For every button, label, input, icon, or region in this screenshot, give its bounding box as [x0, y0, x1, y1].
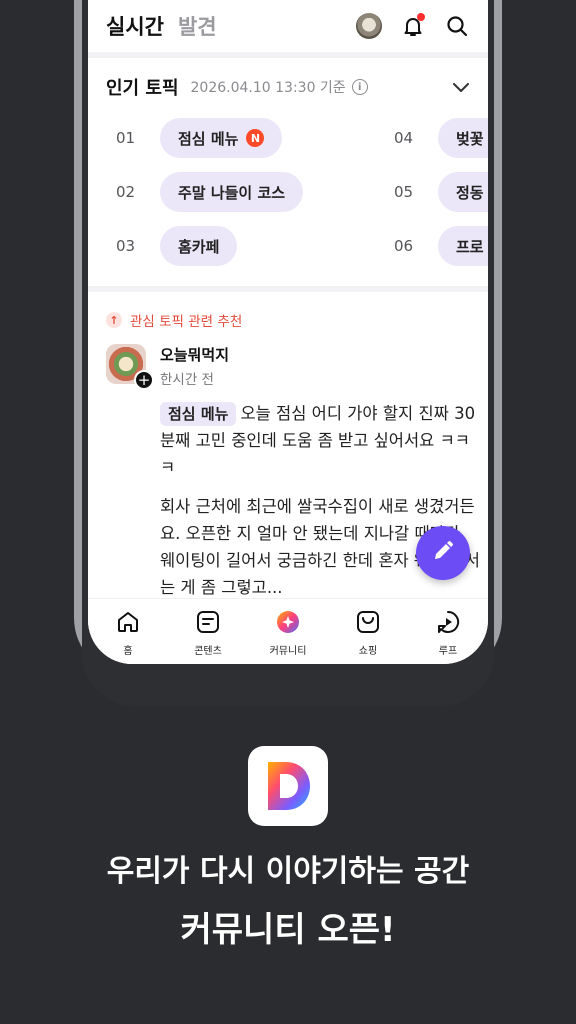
- nav-item-contents[interactable]: 콘텐츠: [168, 599, 248, 664]
- pencil-icon: [431, 539, 455, 567]
- promo-line-2: 커뮤니티 오픈!: [180, 910, 396, 950]
- post-topic-tag[interactable]: 점심 메뉴: [160, 402, 237, 426]
- nav-item-loop[interactable]: 루프: [408, 599, 488, 664]
- post-author[interactable]: + 오늘뭐먹지 한시간 전: [106, 344, 470, 390]
- topic-pill[interactable]: 정동: [438, 172, 488, 212]
- topics-title: 인기 토픽: [106, 78, 179, 99]
- topic-rank: 06: [394, 237, 414, 255]
- nav-label: 쇼핑: [358, 646, 378, 657]
- bell-icon[interactable]: [400, 13, 426, 39]
- topic-item[interactable]: 06 프로: [384, 226, 488, 266]
- topic-pill[interactable]: 프로: [438, 226, 488, 266]
- topic-rank: 02: [116, 183, 136, 201]
- nav-label: 홈: [123, 646, 133, 657]
- topic-item[interactable]: 03 홈카페: [106, 226, 238, 266]
- topic-rank: 01: [116, 129, 136, 147]
- topic-pill[interactable]: 점심 메뉴 N: [160, 118, 283, 158]
- search-icon[interactable]: [444, 13, 470, 39]
- topics-timestamp: 2026.04.10 13:30 기준: [190, 80, 346, 96]
- loop-icon: [435, 609, 461, 639]
- app-logo: [248, 746, 328, 826]
- shopping-icon: [355, 609, 381, 639]
- new-badge: N: [246, 129, 265, 147]
- topic-item[interactable]: 02 주말 나들이 코스: [106, 172, 304, 212]
- topic-rank: 04: [394, 129, 414, 147]
- topic-rank: 03: [116, 237, 136, 255]
- arrow-up-icon: ↑: [106, 312, 122, 328]
- info-icon[interactable]: i: [351, 79, 368, 95]
- nav-label: 커뮤니티: [269, 646, 307, 657]
- topic-item[interactable]: 05 정동: [384, 172, 488, 212]
- nav-item-community[interactable]: 커뮤니티: [248, 599, 328, 664]
- nav-label: 루프: [438, 646, 458, 657]
- topic-label: 점심 메뉴: [178, 129, 239, 148]
- recommend-label: ↑ 관심 토픽 관련 추천: [106, 310, 470, 330]
- chevron-down-icon[interactable]: [452, 78, 470, 97]
- topic-item[interactable]: 04 벚꽃: [384, 118, 488, 158]
- notification-dot: [417, 13, 425, 21]
- nav-label: 콘텐츠: [194, 646, 222, 657]
- bottom-nav: 홈 콘텐츠 커뮤니티 쇼핑 루프: [88, 598, 488, 664]
- author-name[interactable]: 오늘뭐먹지: [160, 344, 229, 365]
- topic-item[interactable]: 01 점심 메뉴 N: [106, 118, 283, 158]
- promo-line-1: 우리가 다시 이야기하는 공간: [106, 854, 470, 889]
- nav-item-shopping[interactable]: 쇼핑: [328, 599, 408, 664]
- community-icon: [275, 609, 301, 639]
- author-avatar[interactable]: +: [106, 344, 154, 390]
- topic-rank: 05: [394, 183, 414, 201]
- contents-icon: [195, 609, 221, 639]
- home-icon: [115, 609, 141, 639]
- profile-avatar[interactable]: [356, 13, 382, 39]
- topic-pill[interactable]: 벚꽃: [438, 118, 488, 158]
- tab-realtime[interactable]: 실시간: [106, 11, 164, 41]
- nav-item-home[interactable]: 홈: [88, 599, 168, 664]
- topic-pill[interactable]: 홈카페: [160, 226, 238, 266]
- popular-topics-section: 인기 토픽 2026.04.10 13:30 기준 i 01 점심 메뉴 N 0…: [88, 58, 488, 286]
- follow-plus-icon[interactable]: +: [134, 370, 154, 390]
- topic-pill[interactable]: 주말 나들이 코스: [160, 172, 304, 212]
- write-post-button[interactable]: [416, 526, 470, 580]
- top-bar: 실시간 발견: [88, 0, 488, 52]
- tab-discover[interactable]: 발견: [178, 11, 217, 41]
- post-time: 한시간 전: [160, 372, 214, 388]
- recommend-text: 관심 토픽 관련 추천: [130, 314, 243, 330]
